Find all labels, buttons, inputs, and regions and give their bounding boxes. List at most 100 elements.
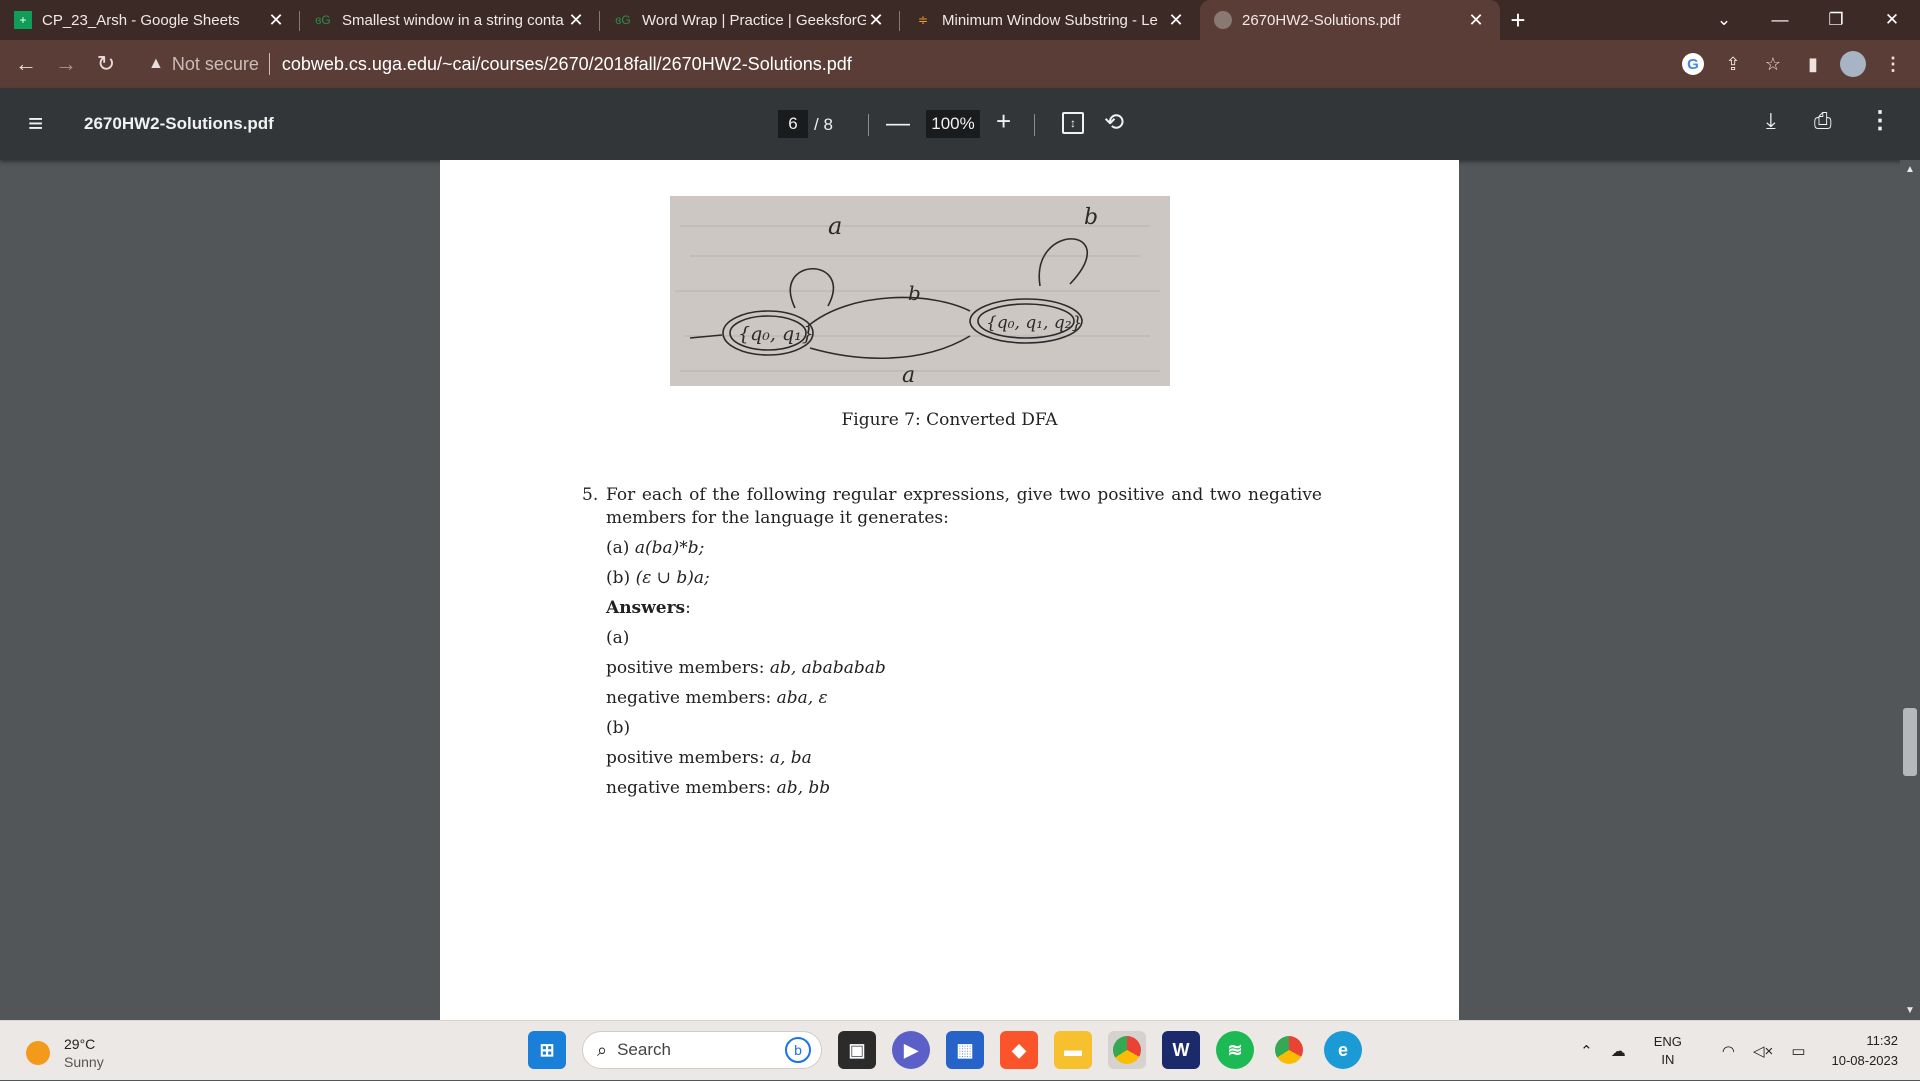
answer-b-positive: positive members: a, ba: [606, 748, 812, 768]
zoom-input[interactable]: 100%: [926, 110, 980, 138]
share-icon[interactable]: ⇪: [1718, 46, 1748, 82]
label-b-mid: b: [908, 281, 921, 305]
geeksforgeeks-icon: ɞG: [615, 13, 631, 27]
url-text[interactable]: cobweb.cs.uga.edu/~cai/courses/2670/2018…: [282, 54, 852, 75]
label-a-top: a: [828, 212, 842, 240]
pdf-toolbar: ≡ 2670HW2-Solutions.pdf 6 / 8 — 100% + ↕…: [0, 88, 1920, 160]
address-bar[interactable]: ▲ Not secure cobweb.cs.uga.edu/~cai/cour…: [136, 45, 1760, 83]
expr-label: (a): [606, 538, 630, 558]
expression-b: (b) (ε ∪ b)a;: [606, 568, 710, 588]
tab-title: CP_23_Arsh - Google Sheets: [42, 11, 240, 29]
warning-icon[interactable]: ▲: [148, 55, 164, 73]
security-label[interactable]: Not secure: [172, 54, 259, 75]
edge-icon[interactable]: e: [1324, 1031, 1362, 1069]
date: 10-08-2023: [1831, 1053, 1899, 1068]
answer-a-negative: negative members: aba, ε: [606, 688, 828, 708]
divider: [268, 53, 270, 75]
tab-title: Minimum Window Substring - Le: [942, 11, 1158, 29]
bookmark-star-icon[interactable]: ☆: [1758, 46, 1788, 82]
more-options-icon[interactable]: ⋮: [1868, 106, 1892, 135]
wifi-icon[interactable]: ◠: [1722, 1042, 1735, 1060]
close-icon[interactable]: ✕: [1166, 10, 1186, 31]
scroll-thumb[interactable]: [1903, 708, 1917, 776]
spotify-icon[interactable]: ≋: [1216, 1031, 1254, 1069]
microsoft-store-icon[interactable]: ▦: [946, 1031, 984, 1069]
windows-start-icon[interactable]: ⊞: [528, 1031, 566, 1069]
answer-b-negative: negative members: ab, bb: [606, 778, 830, 798]
close-window-button[interactable]: ✕: [1864, 0, 1920, 40]
leetcode-icon: ≑: [917, 13, 929, 27]
battery-icon[interactable]: ▭: [1791, 1042, 1805, 1060]
side-panel-icon[interactable]: ▮: [1798, 46, 1828, 82]
windows-taskbar: 29°C Sunny ⊞ ⌕ Search b ▣ ▶ ▦ ◆ ▬ W ≋ e …: [0, 1020, 1920, 1080]
negative-label: negative members:: [606, 688, 772, 708]
tab-search-icon[interactable]: ⌄: [1696, 0, 1752, 40]
onedrive-icon[interactable]: ☁: [1611, 1042, 1626, 1060]
rotate-icon[interactable]: ⟲: [1104, 108, 1124, 137]
chrome-icon[interactable]: [1108, 1031, 1146, 1069]
positive-value: a, ba: [769, 748, 812, 768]
language-region: IN: [1661, 1052, 1675, 1067]
search-placeholder: Search: [617, 1040, 671, 1059]
language-indicator[interactable]: ENG IN: [1654, 1033, 1682, 1069]
download-icon[interactable]: ⤓: [1766, 108, 1776, 134]
weather-widget[interactable]: 29°C Sunny: [26, 1035, 104, 1071]
task-view-icon[interactable]: ▣: [838, 1031, 876, 1069]
positive-label: positive members:: [606, 748, 765, 768]
tab-pdf-active[interactable]: 2670HW2-Solutions.pdf ✕: [1200, 0, 1500, 40]
state-q0q1: {q₀, q₁}: [738, 323, 814, 345]
answer-a-positive: positive members: ab, abababab: [606, 658, 886, 678]
pdf-scrollbar[interactable]: ▲ ▼: [1900, 160, 1920, 1020]
hamburger-menu-icon[interactable]: ≡: [28, 108, 43, 139]
tab-title: 2670HW2-Solutions.pdf: [1242, 11, 1401, 29]
chevron-up-icon[interactable]: ⌃: [1580, 1042, 1593, 1060]
minimize-button[interactable]: —: [1752, 0, 1808, 40]
forward-button[interactable]: →: [46, 44, 86, 84]
clock[interactable]: 11:32 10-08-2023: [1832, 1031, 1899, 1071]
brave-browser-icon[interactable]: ◆: [1000, 1031, 1038, 1069]
tab-google-sheets[interactable]: + CP_23_Arsh - Google Sheets ✕: [0, 0, 300, 40]
fit-page-icon[interactable]: ↕: [1062, 112, 1084, 134]
close-icon[interactable]: ✕: [866, 10, 886, 31]
profile-avatar[interactable]: [1838, 46, 1868, 82]
question-text: For each of the following regular expres…: [606, 485, 1322, 528]
file-explorer-icon[interactable]: ▬: [1054, 1031, 1092, 1069]
zoom-out-button[interactable]: —: [886, 110, 910, 138]
label-b-top: b: [1084, 205, 1098, 230]
teams-chat-icon[interactable]: ▶: [892, 1031, 930, 1069]
page-number-input[interactable]: 6: [778, 110, 808, 138]
close-icon[interactable]: ✕: [1466, 10, 1486, 31]
answers-title: Answers: [606, 598, 686, 618]
scroll-down-icon[interactable]: ▼: [1905, 1005, 1915, 1016]
tab-title: Smallest window in a string conta: [342, 11, 564, 29]
browser-menu-icon[interactable]: ⋮: [1878, 46, 1908, 82]
tab-word-wrap[interactable]: ɞG Word Wrap | Practice | GeeksforG ✕: [600, 0, 900, 40]
webex-icon[interactable]: W: [1162, 1031, 1200, 1069]
new-tab-button[interactable]: +: [1500, 0, 1536, 40]
taskbar-apps: ⊞ ⌕ Search b ▣ ▶ ▦ ◆ ▬ W ≋ e: [528, 1031, 1362, 1069]
scroll-up-icon[interactable]: ▲: [1905, 164, 1915, 175]
restore-button[interactable]: ❐: [1808, 0, 1864, 40]
sheets-icon: +: [14, 11, 32, 29]
toolbar-divider: [1034, 114, 1035, 136]
bing-icon[interactable]: b: [785, 1037, 811, 1063]
expr-label: (b): [606, 568, 631, 588]
back-button[interactable]: ←: [6, 44, 46, 84]
close-icon[interactable]: ✕: [566, 10, 586, 31]
tab-strip: + CP_23_Arsh - Google Sheets ✕ ɞG Smalle…: [0, 0, 1920, 40]
reload-button[interactable]: ↻: [86, 44, 126, 84]
tab-smallest-window[interactable]: ɞG Smallest window in a string conta ✕: [300, 0, 600, 40]
time: 11:32: [1866, 1033, 1898, 1048]
globe-icon: [1214, 11, 1232, 29]
geeksforgeeks-icon: ɞG: [315, 13, 331, 27]
temperature: 29°C: [64, 1036, 96, 1052]
chrome-profile-icon[interactable]: [1270, 1031, 1308, 1069]
print-icon[interactable]: ⎙: [1814, 108, 1832, 134]
question-number: 5.: [582, 485, 599, 505]
taskbar-search[interactable]: ⌕ Search b: [582, 1031, 822, 1069]
volume-muted-icon[interactable]: ◁×: [1753, 1042, 1773, 1060]
google-icon[interactable]: G: [1678, 46, 1708, 82]
close-icon[interactable]: ✕: [266, 10, 286, 31]
zoom-in-button[interactable]: +: [996, 106, 1011, 137]
tab-min-window-substring[interactable]: ≑ Minimum Window Substring - Le ✕: [900, 0, 1200, 40]
